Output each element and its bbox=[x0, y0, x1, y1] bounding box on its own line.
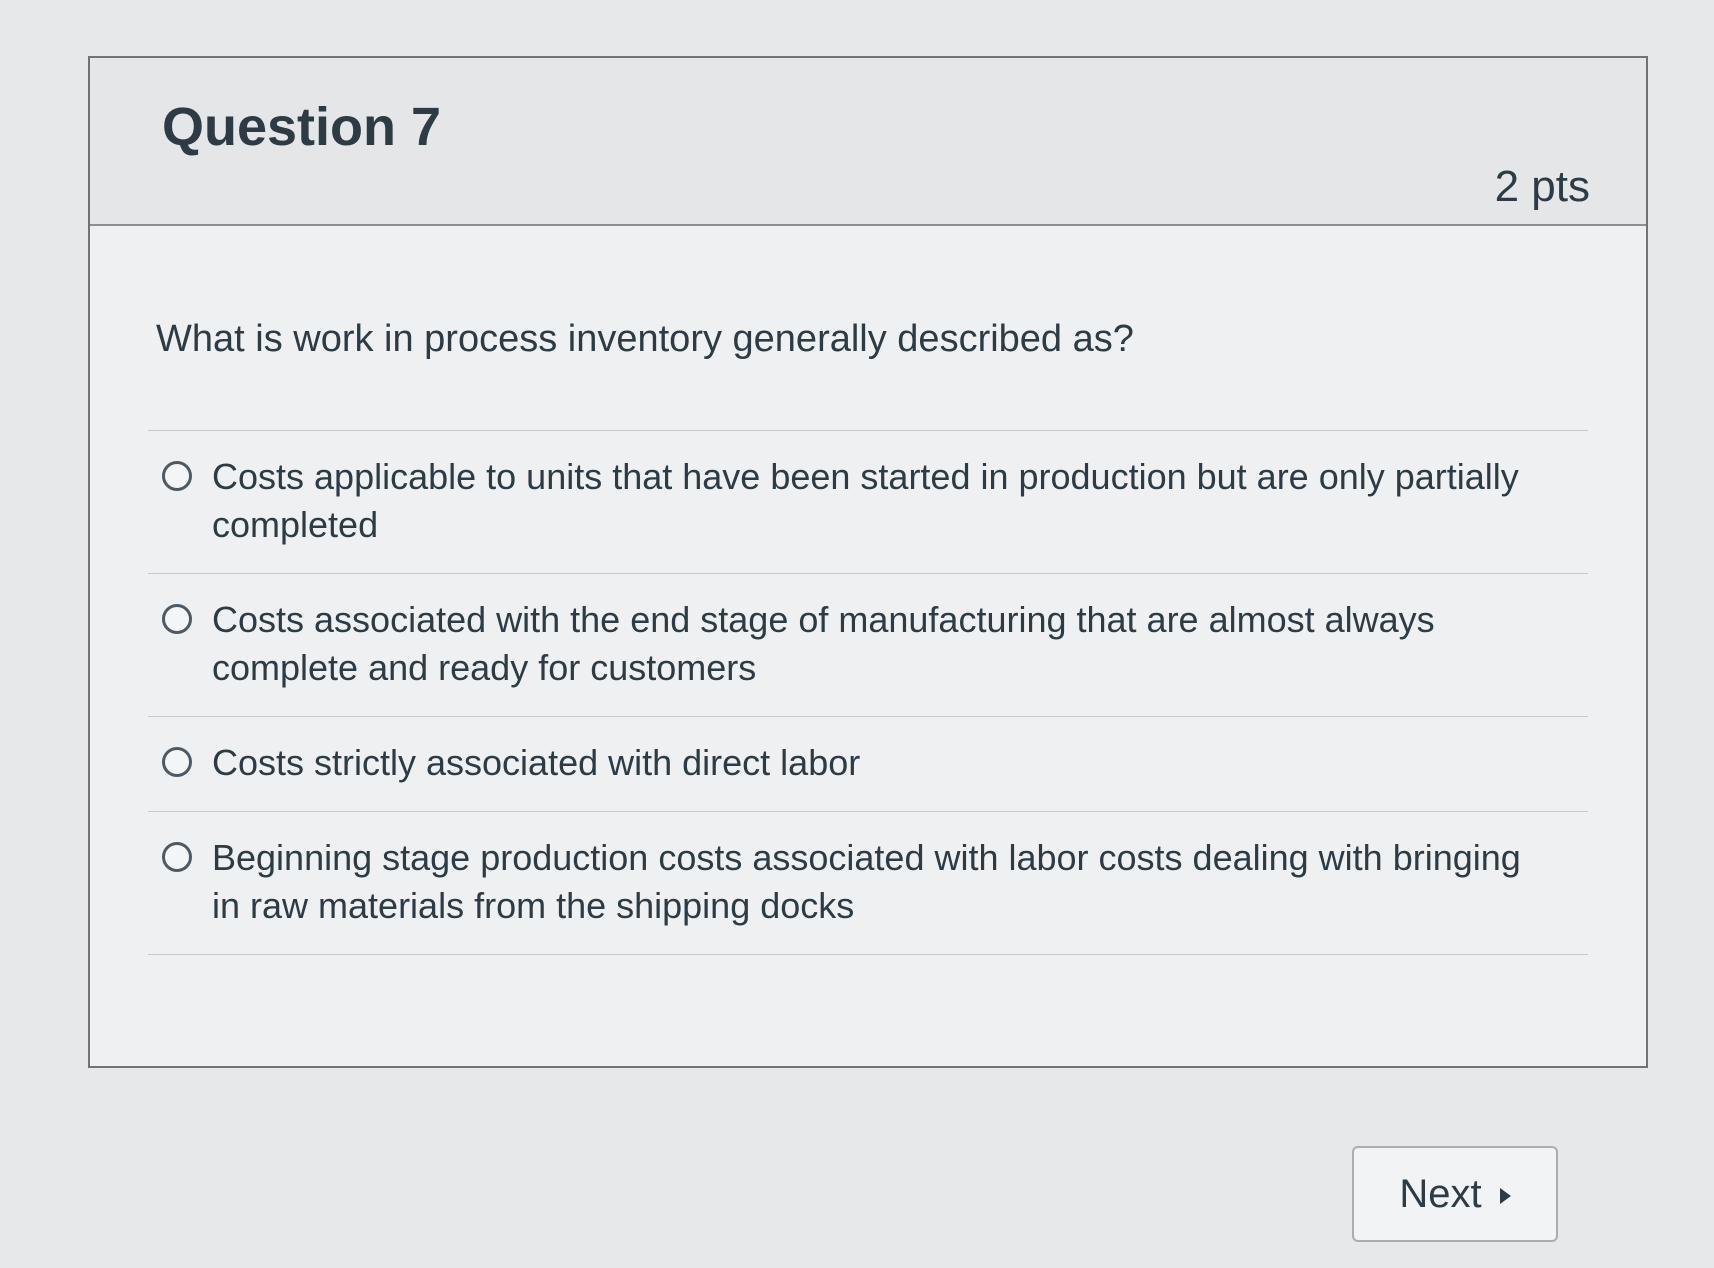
radio-button[interactable] bbox=[162, 747, 192, 777]
question-title: Question 7 bbox=[162, 97, 442, 157]
answer-option-4[interactable]: Beginning stage production costs associa… bbox=[148, 812, 1588, 955]
answer-option-2[interactable]: Costs associated with the end stage of m… bbox=[148, 574, 1588, 717]
answer-option-1[interactable]: Costs applicable to units that have been… bbox=[148, 431, 1588, 574]
answer-label: Costs strictly associated with direct la… bbox=[212, 742, 861, 783]
answer-label: Beginning stage production costs associa… bbox=[212, 837, 1521, 926]
question-header: Question 7 2 pts bbox=[90, 58, 1646, 226]
radio-button[interactable] bbox=[162, 461, 192, 491]
next-label: Next bbox=[1399, 1171, 1482, 1216]
answer-list: Costs applicable to units that have been… bbox=[148, 430, 1588, 955]
answer-label: Costs applicable to units that have been… bbox=[212, 456, 1519, 545]
question-text: What is work in process inventory genera… bbox=[156, 318, 1134, 360]
caret-right-icon bbox=[1499, 1188, 1511, 1204]
radio-button[interactable] bbox=[162, 604, 192, 634]
answer-option-3[interactable]: Costs strictly associated with direct la… bbox=[148, 717, 1588, 812]
answer-label: Costs associated with the end stage of m… bbox=[212, 599, 1435, 688]
next-button[interactable]: Next bbox=[1352, 1146, 1558, 1242]
question-points: 2 pts bbox=[1494, 162, 1590, 211]
radio-button[interactable] bbox=[162, 842, 192, 872]
question-card: Question 7 2 pts What is work in process… bbox=[88, 56, 1648, 1068]
